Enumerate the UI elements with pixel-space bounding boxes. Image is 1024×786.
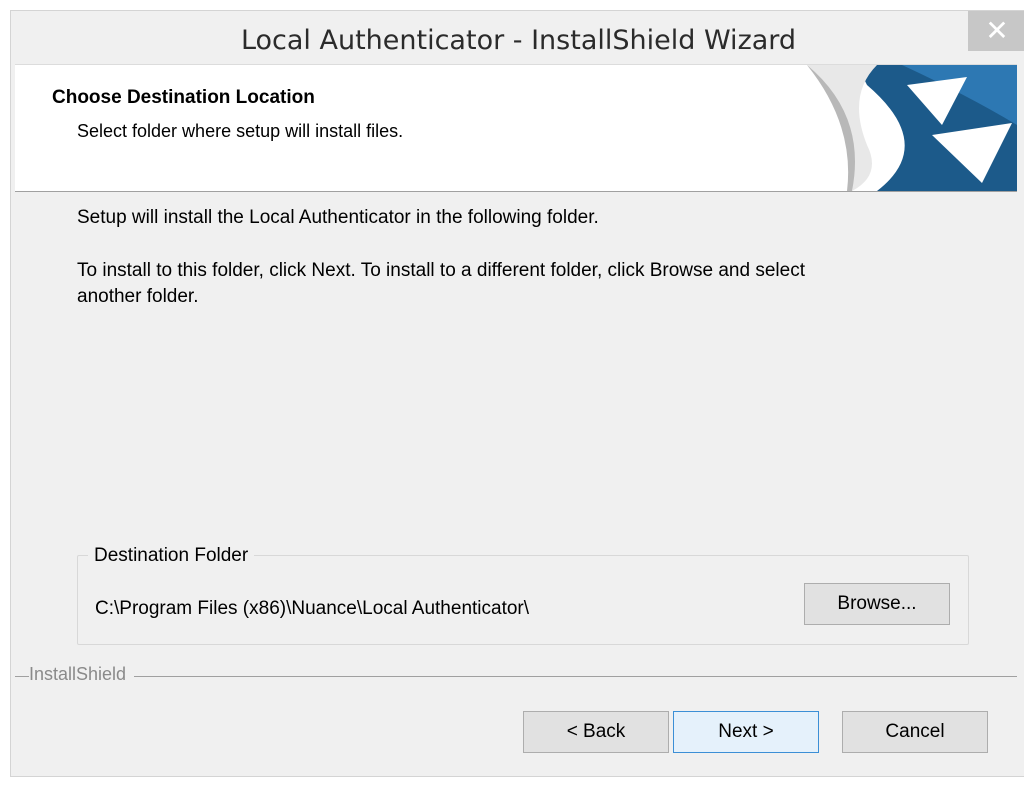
destination-folder-group: Destination Folder C:\Program Files (x86…: [77, 545, 969, 645]
page-title: Choose Destination Location: [52, 87, 315, 108]
instruction-text-line2: another folder.: [77, 286, 199, 307]
instruction-text-line1: To install to this folder, click Next. T…: [77, 260, 805, 281]
destination-path: C:\Program Files (x86)\Nuance\Local Auth…: [95, 598, 530, 619]
window-title: Local Authenticator - InstallShield Wiza…: [240, 25, 797, 56]
close-button[interactable]: ✕: [968, 11, 1024, 51]
cancel-button[interactable]: Cancel: [842, 711, 988, 753]
installshield-logo-graphic: [807, 65, 1017, 191]
installshield-brand-divider: InstallShield: [15, 664, 1017, 688]
wizard-header: Choose Destination Location Select folde…: [15, 64, 1017, 192]
back-button[interactable]: < Back: [523, 711, 669, 753]
destination-folder-label: Destination Folder: [88, 545, 255, 567]
next-button[interactable]: Next >: [673, 711, 819, 753]
installshield-brand-text: InstallShield: [29, 664, 135, 685]
close-icon: ✕: [985, 15, 1009, 46]
brand-rule: [15, 676, 1017, 677]
intro-text: Setup will install the Local Authenticat…: [77, 207, 599, 228]
page-subtitle: Select folder where setup will install f…: [77, 121, 404, 141]
browse-button[interactable]: Browse...: [804, 583, 950, 625]
